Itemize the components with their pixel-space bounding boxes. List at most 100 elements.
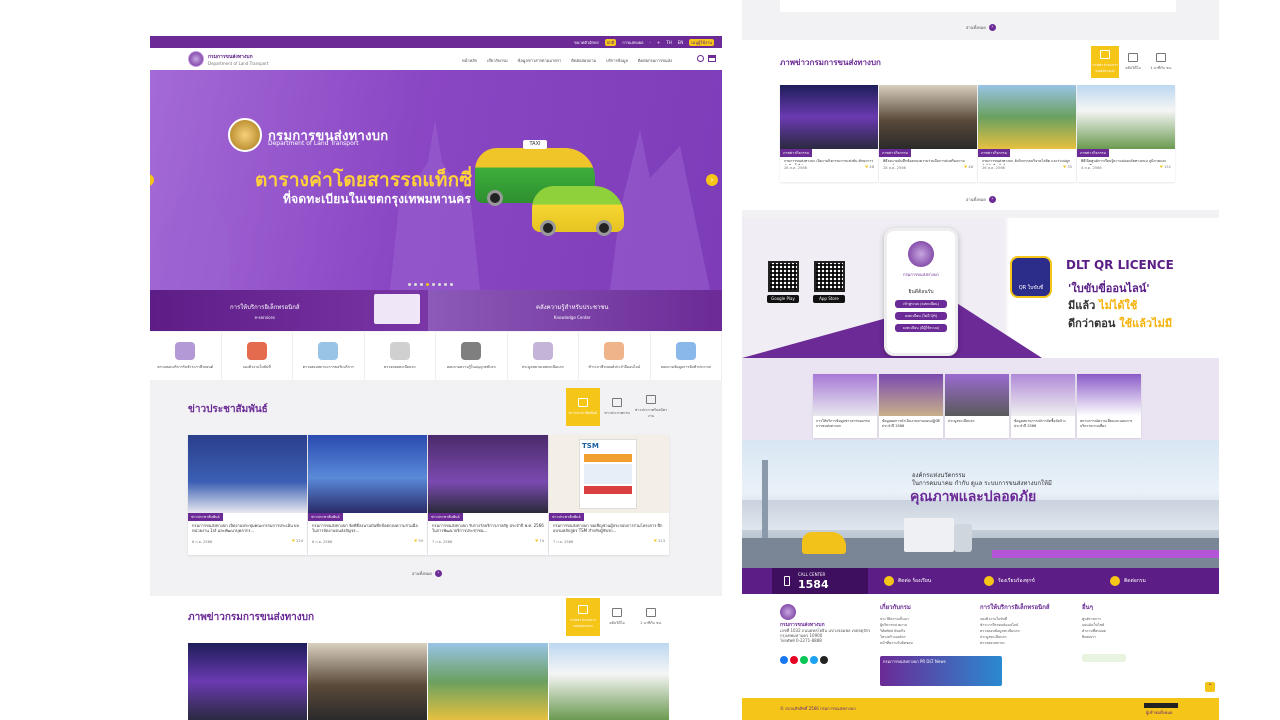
contact-petition[interactable]: ร้องเรียนร้องทุกข์ xyxy=(972,576,1035,586)
service-item[interactable]: ประมูลหมายเลขทะเบียนรถ xyxy=(508,332,579,380)
tsm-poster: TSM xyxy=(579,439,637,509)
hero-subtitle: ที่จดทะเบียนในเขตกรุงเทพมหานคร xyxy=(283,192,472,206)
tab-videos[interactable]: คลิปวิดีโอ xyxy=(1119,46,1147,78)
service-item[interactable]: สอบถามข้อมูลการจัดทำประกาศ xyxy=(651,332,722,380)
dlt-emblem-icon xyxy=(228,118,262,152)
prev-slide-button[interactable] xyxy=(150,174,154,186)
plate-icon xyxy=(389,342,410,360)
gallery-image[interactable] xyxy=(549,643,669,720)
tab-photo-news[interactable]: ภาพข่าวกรมการขนส่งทางบก xyxy=(1091,46,1119,78)
lang-th-button[interactable]: TH xyxy=(666,40,671,45)
qr-line-3: ดีกว่าตอน ใช้แล้วไม่มี xyxy=(1068,317,1173,330)
tab-announcements[interactable]: ข่าวประกาศกรม xyxy=(600,388,634,426)
gallery-card[interactable]: ภาพข่าวกิจกรรม พิธีลงนามบันทึกข้อตกลงควา… xyxy=(879,85,977,182)
gallery-card[interactable]: ภาพข่าวกิจกรรม กรมการขนส่งทางบก เปิดงานก… xyxy=(780,85,878,182)
hero-slider[interactable]: กรมการขนส่งทางบก Department of Land Tran… xyxy=(150,70,722,290)
nav-item-services[interactable]: บริการข้อมูล xyxy=(606,57,628,64)
tiktok-icon[interactable] xyxy=(820,656,828,664)
qr-licence-title: DLT QR LICENCE xyxy=(1066,258,1174,272)
service-item[interactable]: จองคิวงานใบขับขี่ xyxy=(222,332,293,380)
news-card[interactable]: ข่าวประชาสัมพันธ์ กรมการขนส่งทางบก จัดพิ… xyxy=(308,435,427,555)
homepage-top-view: ขนาดตัวอักษร ปกติ การแสดงผล - + TH EN เม… xyxy=(150,36,722,720)
contact-dept[interactable]: ติดต่อกรม xyxy=(1098,576,1146,586)
service-item[interactable]: ชำระภาษีรถยนต์ประจำปีออนไลน์ xyxy=(579,332,651,380)
tab-one-minute[interactable]: 1 นาทีกับ ขบ. xyxy=(634,598,668,636)
main-nav: หน้าหลัก เกี่ยวกับกรม ข้อมูลข่าวสารตามมา… xyxy=(462,57,672,64)
wheel-icon xyxy=(487,190,503,206)
info-card[interactable]: สถานการณ์ความเสี่ยงและแผนการบริหารความเส… xyxy=(1077,374,1141,438)
display-mode-label: การแสดงผล xyxy=(622,39,644,45)
tab-pr-news[interactable]: ข่าวประชาสัมพันธ์ xyxy=(566,388,600,426)
search-icon[interactable] xyxy=(697,55,704,62)
slide-dots[interactable] xyxy=(408,283,453,286)
gallery-image[interactable] xyxy=(308,643,427,720)
footer-col-other: อื่นๆ ศูนย์ราชการ แผนผังเว็บไซต์ คำถามที่พ… xyxy=(1082,604,1106,639)
footer-col-about: เกี่ยวกับกรม ประวัติความเป็นมา ผู้บริหารห… xyxy=(880,604,913,645)
document-search-icon xyxy=(318,342,339,360)
sitemap-icon[interactable] xyxy=(708,55,716,62)
youtube-icon[interactable] xyxy=(790,656,798,664)
gallery-card[interactable]: ภาพข่าวกิจกรรม กรมการขนส่งทางบก จัดกิจกร… xyxy=(978,85,1076,182)
news-more-link[interactable]: อ่านทั้งหมด › xyxy=(966,24,996,31)
call-center-box[interactable]: CALL CENTER 1584 xyxy=(772,568,868,594)
knowledge-title: คลังความรู้สำหรับประชาชน xyxy=(536,304,609,311)
purple-lane xyxy=(992,550,1219,558)
google-play-button[interactable]: Google Play xyxy=(767,295,799,303)
info-card[interactable]: ประมูลทะเบียนรถ xyxy=(945,374,1009,438)
knowledge-center-banner[interactable]: คลังความรู้สำหรับประชาชน Knowledge Cente… xyxy=(428,290,722,331)
info-card[interactable]: ข้อมูลสถานการณ์การจัดซื้อจัดจ้าง ประจำปี… xyxy=(1011,374,1075,438)
phone-icon xyxy=(784,576,790,586)
news-more-link[interactable]: อ่านทั้งหมด › xyxy=(412,570,442,577)
twitter-icon[interactable] xyxy=(810,656,818,664)
gallery-image[interactable] xyxy=(188,643,307,720)
tab-one-minute[interactable]: 1 นาทีกับ ขบ. xyxy=(1147,46,1175,78)
phone-ring-icon xyxy=(984,576,994,586)
tab-photo-news[interactable]: ภาพข่าวกรมการขนส่งทางบก xyxy=(566,598,600,636)
news-card[interactable]: TSM ข่าวประชาสัมพันธ์ กรมการขนส่งทางบก ข… xyxy=(549,435,669,555)
lang-en-button[interactable]: EN xyxy=(678,40,684,45)
gallery-more-link[interactable]: อ่านทั้งหมด › xyxy=(966,196,996,203)
newsletter-banner[interactable]: กรมการขนส่งทางบก PR DLT News xyxy=(880,656,1002,686)
contact-complaint[interactable]: ติดต่อ ร้องเรียน xyxy=(872,576,931,586)
service-item[interactable]: ตรวจสอบทะเบียนรถ xyxy=(365,332,436,380)
camera-icon xyxy=(1100,50,1110,59)
next-slide-button[interactable]: › xyxy=(706,174,718,186)
app-store-button[interactable]: App Store xyxy=(813,295,845,303)
service-item[interactable]: ตรวจสอบบริการรับชำระภาษีรถยนต์ xyxy=(150,332,222,380)
e-services-banner[interactable]: การให้บริการอิเล็กทรอนิกส์ e-services xyxy=(150,290,428,331)
service-item[interactable]: สอบถามความรู้ใบอนุญาตขับรถ xyxy=(436,332,508,380)
user-menu-button[interactable]: เมนูผู้ใช้งาน xyxy=(689,38,714,46)
gallery-card[interactable]: ภาพข่าวกิจกรรม พิธีเปิดศูนย์การเรียนรู้ค… xyxy=(1077,85,1175,182)
hero-org-en: Department of Land Transport xyxy=(268,140,359,147)
tab-videos[interactable]: คลิปวิดีโอ xyxy=(600,598,634,636)
scroll-top-button[interactable]: ⌃ xyxy=(1205,682,1215,692)
gallery-tabs: ภาพข่าวกรมการขนส่งทางบก คลิปวิดีโอ 1 นาท… xyxy=(566,598,668,636)
nav-item-info[interactable]: ข้อมูลข่าวสารตามมาตรา xyxy=(518,57,562,64)
news-card[interactable]: ข่าวประชาสัมพันธ์ กรมการขนส่งทางบก เปิดง… xyxy=(188,435,307,555)
complaint-icon xyxy=(884,576,894,586)
qr-line-1: 'ใบขับขี่ออนไลน์' xyxy=(1068,282,1150,295)
normal-size-button[interactable]: ปกติ xyxy=(604,38,617,46)
chevron-right-icon: › xyxy=(988,24,996,31)
font-increase-button[interactable]: + xyxy=(657,40,660,45)
facebook-icon[interactable] xyxy=(780,656,788,664)
quick-services: ตรวจสอบบริการรับชำระภาษีรถยนต์ จองคิวงาน… xyxy=(150,332,722,380)
phone-ring-icon xyxy=(1110,576,1120,586)
nav-item-about[interactable]: เกี่ยวกับกรม xyxy=(487,57,508,64)
nav-item-contact[interactable]: ติดต่อสอบถาม xyxy=(571,57,596,64)
homepage-bottom-view: อ่านทั้งหมด › ภาพข่าวกรมการขนส่งทางบก ภาพ… xyxy=(742,0,1219,720)
nav-item-dlt[interactable]: ติดต่อกรมการขนส่ง xyxy=(638,57,672,64)
tab-jobs[interactable]: ข่าวประกาศรับสมัครงาน xyxy=(634,388,668,426)
service-item[interactable]: ตรวจสอบสถานะการขอรับบริการ xyxy=(293,332,365,380)
phone-mockup: กรมการขนส่งทางบก ยินดีต้อนรับ เข้าสู่ระบ… xyxy=(884,228,958,356)
info-card[interactable]: ข้อมูลผลการดำเนินงานตามแผนปฏิบัติ ประจำป… xyxy=(879,374,943,438)
nav-item-home[interactable]: หน้าหลัก xyxy=(462,57,477,64)
news-card[interactable]: ข่าวประชาสัมพันธ์ กรมการขนส่งทางบก รับรา… xyxy=(428,435,548,555)
qr-line-2: มีแล้ว ไม่ได้ใช้ xyxy=(1068,299,1138,312)
gallery-image[interactable] xyxy=(428,643,548,720)
dlt-logo xyxy=(780,604,796,620)
info-card[interactable]: การให้บริการข้อมูลข่าวสารของกรมการขนส่งท… xyxy=(813,374,877,438)
line-icon[interactable] xyxy=(800,656,808,664)
font-decrease-button[interactable]: - xyxy=(650,40,651,45)
dlt-logo[interactable] xyxy=(188,51,204,67)
